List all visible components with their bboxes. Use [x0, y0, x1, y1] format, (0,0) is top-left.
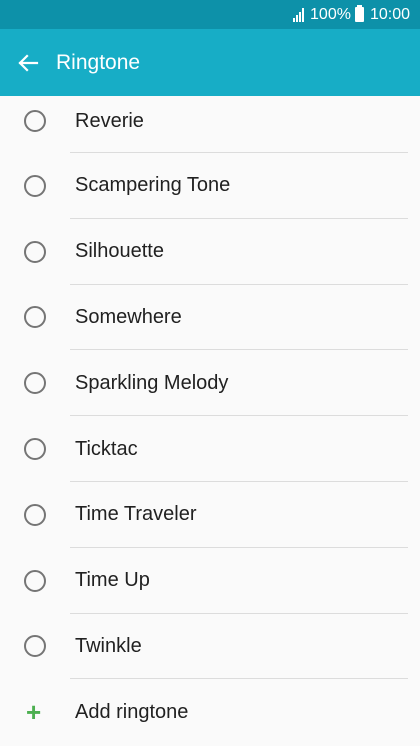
ringtone-label: Somewhere	[75, 305, 182, 328]
app-bar: Ringtone	[0, 29, 420, 96]
ringtone-label: Silhouette	[75, 240, 164, 263]
radio-button[interactable]	[24, 635, 46, 658]
radio-button[interactable]	[24, 503, 46, 526]
ringtone-item[interactable]: Twinkle	[0, 614, 420, 680]
page-title: Ringtone	[56, 50, 141, 74]
ringtone-item[interactable]: Time Up	[0, 548, 420, 614]
ringtone-list: Reverie Scampering Tone Silhouette Somew…	[0, 96, 420, 745]
radio-button[interactable]	[24, 110, 46, 132]
add-ringtone-label: Add ringtone	[75, 700, 189, 723]
ringtone-label: Sparkling Melody	[75, 371, 229, 394]
status-time: 10:00	[369, 5, 410, 23]
ringtone-label: Ticktac	[75, 437, 138, 460]
battery-icon	[354, 5, 364, 22]
ringtone-item[interactable]: Ticktac	[0, 416, 420, 482]
status-bar: 100% 10:00	[0, 0, 420, 29]
ringtone-item[interactable]: Reverie	[0, 96, 420, 153]
signal-icon	[292, 7, 305, 22]
ringtone-label: Time Up	[75, 569, 150, 592]
plus-icon: +	[26, 697, 42, 728]
ringtone-label: Time Traveler	[75, 503, 197, 526]
radio-button[interactable]	[24, 372, 46, 395]
radio-button[interactable]	[24, 306, 46, 329]
ringtone-item[interactable]: Silhouette	[0, 219, 420, 285]
back-button[interactable]	[0, 29, 56, 96]
battery-percent: 100%	[310, 5, 351, 23]
ringtone-label: Reverie	[75, 110, 144, 132]
arrow-left-icon	[18, 53, 39, 72]
radio-button[interactable]	[24, 174, 46, 197]
add-ringtone-button[interactable]: + Add ringtone	[0, 679, 420, 745]
radio-button[interactable]	[24, 240, 46, 263]
radio-button[interactable]	[24, 438, 46, 461]
radio-button[interactable]	[24, 569, 46, 592]
ringtone-item[interactable]: Scampering Tone	[0, 153, 420, 219]
ringtone-item[interactable]: Somewhere	[0, 285, 420, 351]
ringtone-item[interactable]: Sparkling Melody	[0, 350, 420, 417]
ringtone-item[interactable]: Time Traveler	[0, 482, 420, 548]
ringtone-label: Scampering Tone	[75, 174, 231, 197]
ringtone-label: Twinkle	[75, 634, 142, 657]
